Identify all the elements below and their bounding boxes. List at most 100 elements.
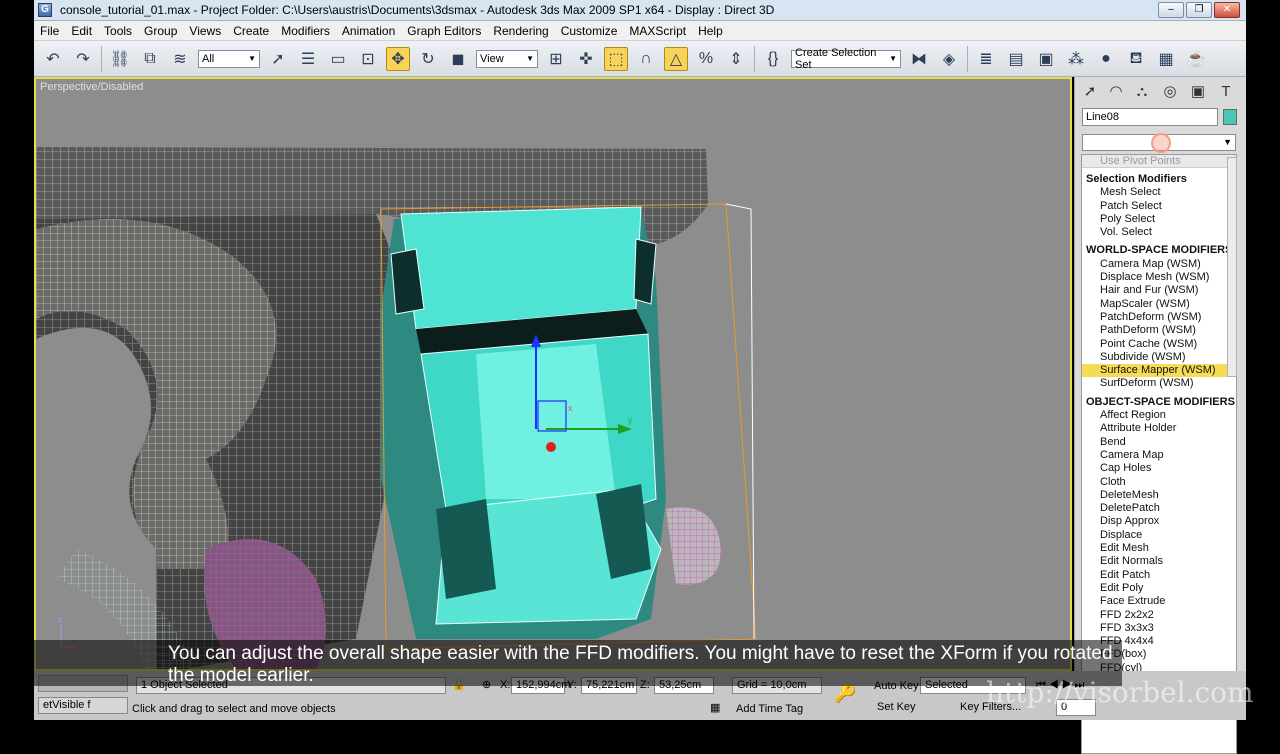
unlink-icon[interactable]: ⧉ <box>138 47 162 71</box>
reference-coordinate-dropdown[interactable]: View ▼ <box>476 49 538 68</box>
modify-tab-icon[interactable]: ◠ <box>1105 81 1127 103</box>
render-setup-icon[interactable]: ⛾ <box>1124 47 1148 71</box>
keyboard-shortcut-override-icon[interactable]: ⬚ <box>604 46 628 71</box>
maxscript-mini-listener[interactable]: etVisible f <box>38 697 128 714</box>
display-tab-icon[interactable]: ▣ <box>1187 81 1209 103</box>
modifier-list-item[interactable]: Camera Map (WSM) <box>1082 258 1236 271</box>
bind-to-space-warp-icon[interactable]: ≋ <box>168 47 192 71</box>
modifier-list-item[interactable]: DeletePatch <box>1082 502 1236 515</box>
menu-create[interactable]: Create <box>227 24 275 38</box>
set-key-button[interactable]: Set Key <box>877 701 916 713</box>
modifier-list-item[interactable]: SurfDeform (WSM) <box>1082 377 1236 390</box>
app-icon[interactable]: G <box>38 3 52 17</box>
layer-manager-icon[interactable]: ≣ <box>974 47 998 71</box>
motion-tab-icon[interactable]: ◎ <box>1159 81 1181 103</box>
modifier-list-item[interactable]: PathDeform (WSM) <box>1082 324 1236 337</box>
quick-render-icon[interactable]: ☕ <box>1184 47 1208 71</box>
menu-maxscript[interactable]: MAXScript <box>623 24 692 38</box>
menu-modifiers[interactable]: Modifiers <box>275 24 336 38</box>
modifier-list-item[interactable]: Surface Mapper (WSM) <box>1082 364 1236 378</box>
modifier-list-item[interactable]: Mesh Select <box>1082 186 1236 199</box>
pivot-center-icon[interactable]: ⊞ <box>544 47 568 71</box>
object-color-swatch[interactable] <box>1223 109 1237 125</box>
object-name-field[interactable]: Line08 <box>1082 108 1218 126</box>
modifier-list-item[interactable]: Attribute Holder <box>1082 422 1236 435</box>
modifier-list-item[interactable]: MapScaler (WSM) <box>1082 298 1236 311</box>
modifier-list-item[interactable]: Cap Holes <box>1082 462 1236 475</box>
modifier-list-item[interactable]: FFD 3x3x3 <box>1082 622 1236 635</box>
modifier-list-item[interactable]: FFD 2x2x2 <box>1082 609 1236 622</box>
modifier-list-item[interactable]: Cloth <box>1082 476 1236 489</box>
menu-group[interactable]: Group <box>138 24 183 38</box>
modifier-list-item[interactable]: Edit Poly <box>1082 582 1236 595</box>
rectangular-selection-icon[interactable]: ▭ <box>326 47 350 71</box>
redo-icon[interactable]: ↷ <box>71 47 95 71</box>
select-by-name-icon[interactable]: ☰ <box>296 47 320 71</box>
undo-icon[interactable]: ↶ <box>41 47 65 71</box>
minimize-button[interactable]: – <box>1158 2 1184 18</box>
modifier-list-item[interactable]: Disp Approx <box>1082 515 1236 528</box>
hierarchy-tab-icon[interactable]: ⛬ <box>1131 81 1153 103</box>
modifier-list-item[interactable]: Subdivide (WSM) <box>1082 351 1236 364</box>
curve-editor-icon[interactable]: ▣ <box>1034 47 1058 71</box>
modifier-list-item[interactable]: Bend <box>1082 436 1236 449</box>
perspective-viewport[interactable]: z y x Perspective/Disabled <box>34 77 1072 671</box>
modifier-list-item[interactable]: DeleteMesh <box>1082 489 1236 502</box>
use-pivot-points-option[interactable]: Use Pivot Points <box>1082 155 1236 168</box>
select-and-link-icon[interactable]: ⛓ <box>108 47 132 71</box>
select-and-scale-icon[interactable]: ◼ <box>446 47 470 71</box>
angle-snap-icon[interactable]: △ <box>664 46 688 71</box>
modifier-list-item[interactable]: Face Extrude <box>1082 595 1236 608</box>
select-object-icon[interactable]: ➚ <box>266 47 290 71</box>
reference-coordinate-value: View <box>480 52 504 65</box>
select-and-rotate-icon[interactable]: ↻ <box>416 47 440 71</box>
modifier-list-item[interactable]: Camera Map <box>1082 449 1236 462</box>
viewport-label[interactable]: Perspective/Disabled <box>40 81 143 93</box>
modifier-list-item[interactable]: Displace <box>1082 529 1236 542</box>
modifier-list-item[interactable]: Vol. Select <box>1082 226 1236 239</box>
add-time-tag-button[interactable]: Add Time Tag <box>736 703 803 715</box>
menu-edit[interactable]: Edit <box>65 24 98 38</box>
modifier-list-item[interactable]: Displace Mesh (WSM) <box>1082 271 1236 284</box>
menu-rendering[interactable]: Rendering <box>487 24 554 38</box>
modifier-list-item[interactable]: Poly Select <box>1082 213 1236 226</box>
select-and-manipulate-icon[interactable]: ✜ <box>574 47 598 71</box>
align-icon[interactable]: ◈ <box>937 47 961 71</box>
menu-views[interactable]: Views <box>183 24 227 38</box>
named-selection-dropdown[interactable]: Create Selection Set ▼ <box>791 47 901 71</box>
percent-snap-icon[interactable]: % <box>694 47 718 71</box>
watermark: http://visorbel.com <box>986 676 1254 709</box>
snaps-toggle-icon[interactable]: ∩ <box>634 47 658 71</box>
spinner-snap-icon[interactable]: ⇕ <box>724 47 748 71</box>
menu-help[interactable]: Help <box>692 24 729 38</box>
select-and-move-icon[interactable]: ✥ <box>386 46 410 71</box>
modifier-list-item[interactable]: Point Cache (WSM) <box>1082 338 1236 351</box>
selection-filter-dropdown[interactable]: All ▼ <box>198 49 260 68</box>
modifier-list-item[interactable]: Hair and Fur (WSM) <box>1082 284 1236 297</box>
menu-file[interactable]: File <box>34 24 65 38</box>
menu-tools[interactable]: Tools <box>98 24 138 38</box>
edit-named-selection-icon[interactable]: {} <box>761 47 785 71</box>
window-crossing-icon[interactable]: ⊡ <box>356 47 380 71</box>
chevron-down-icon: ▼ <box>1223 137 1232 147</box>
close-button[interactable]: ✕ <box>1214 2 1240 18</box>
graphite-modeling-icon[interactable]: ▤ <box>1004 47 1028 71</box>
menu-graph-editors[interactable]: Graph Editors <box>401 24 487 38</box>
schematic-view-icon[interactable]: ⁂ <box>1064 47 1088 71</box>
time-tag-icon[interactable]: ▦ <box>710 701 720 714</box>
maximize-button[interactable]: ❐ <box>1186 2 1212 18</box>
rendered-frame-window-icon[interactable]: ▦ <box>1154 47 1178 71</box>
mirror-icon[interactable]: ⧓ <box>907 47 931 71</box>
menu-animation[interactable]: Animation <box>336 24 401 38</box>
utilities-tab-icon[interactable]: T <box>1215 81 1237 103</box>
modifier-list-item[interactable]: Affect Region <box>1082 409 1236 422</box>
menu-customize[interactable]: Customize <box>555 24 624 38</box>
modifier-list-item[interactable]: Edit Patch <box>1082 569 1236 582</box>
modifier-list-item[interactable]: Edit Normals <box>1082 555 1236 568</box>
create-tab-icon[interactable]: ➚ <box>1079 81 1101 103</box>
modifier-list-item[interactable]: Patch Select <box>1082 200 1236 213</box>
modifier-list-scrollbar[interactable] <box>1227 157 1237 377</box>
modifier-list-item[interactable]: PatchDeform (WSM) <box>1082 311 1236 324</box>
material-editor-icon[interactable]: ● <box>1094 47 1118 71</box>
modifier-list-item[interactable]: Edit Mesh <box>1082 542 1236 555</box>
